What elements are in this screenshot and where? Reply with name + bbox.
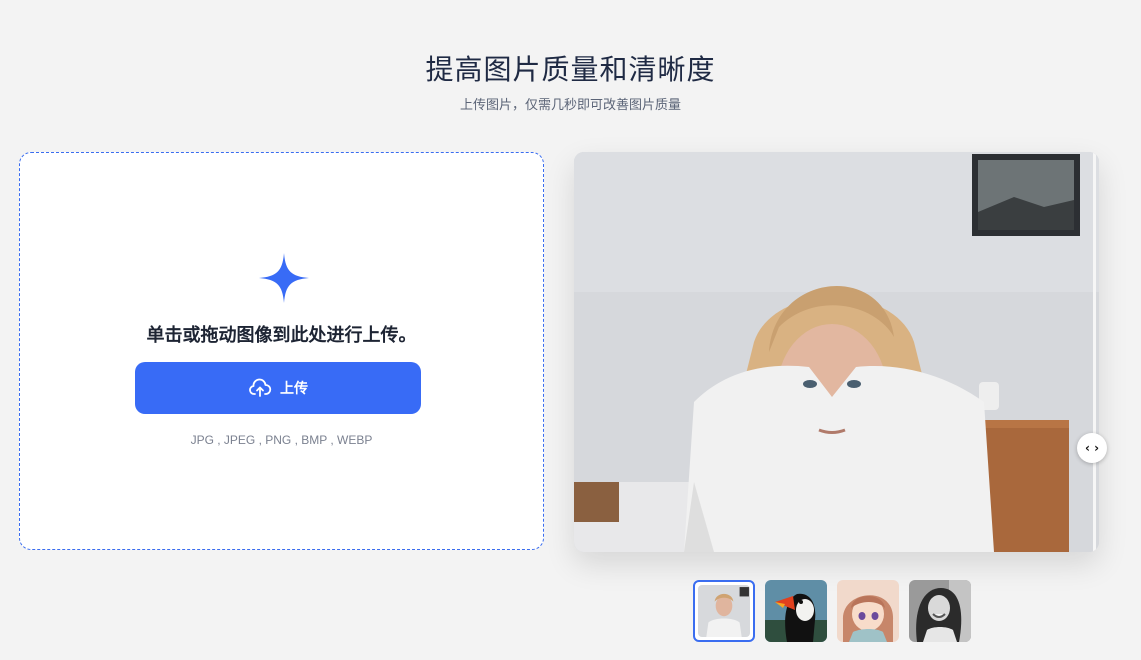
preview-image[interactable] (574, 152, 1099, 552)
compare-slider-handle[interactable]: ‹ › (1077, 433, 1107, 463)
page-title: 提高图片质量和清晰度 (425, 53, 716, 86)
thumbnail-smiling-woman[interactable] (909, 580, 971, 642)
upload-dropzone[interactable]: 单击或拖动图像到此处进行上传。 上传 JPG , JPEG , PNG , BM… (19, 152, 544, 550)
thumbnail-anime-girl[interactable] (837, 580, 899, 642)
thumbnail-puffin[interactable] (765, 580, 827, 642)
portrait-photo (574, 152, 1099, 552)
puffin-thumbnail-image (765, 580, 827, 642)
smiling-woman-thumbnail-image (909, 580, 971, 642)
supported-formats: JPG , JPEG , PNG , BMP , WEBP (190, 433, 373, 447)
compare-divider[interactable] (1093, 152, 1096, 552)
upload-button[interactable]: 上传 (135, 362, 421, 414)
sample-thumbnails (693, 580, 971, 642)
thumbnail-young-man[interactable] (693, 580, 755, 642)
sparkle-icon (259, 253, 309, 303)
page-subtitle: 上传图片，仅需几秒即可改善图片质量 (459, 98, 681, 113)
upload-button-label: 上传 (280, 380, 308, 396)
young-man-thumbnail-image (698, 585, 750, 637)
cloud-upload-icon (249, 378, 272, 397)
anime-girl-thumbnail-image (837, 580, 899, 642)
upload-prompt: 单击或拖动图像到此处进行上传。 (146, 325, 417, 346)
